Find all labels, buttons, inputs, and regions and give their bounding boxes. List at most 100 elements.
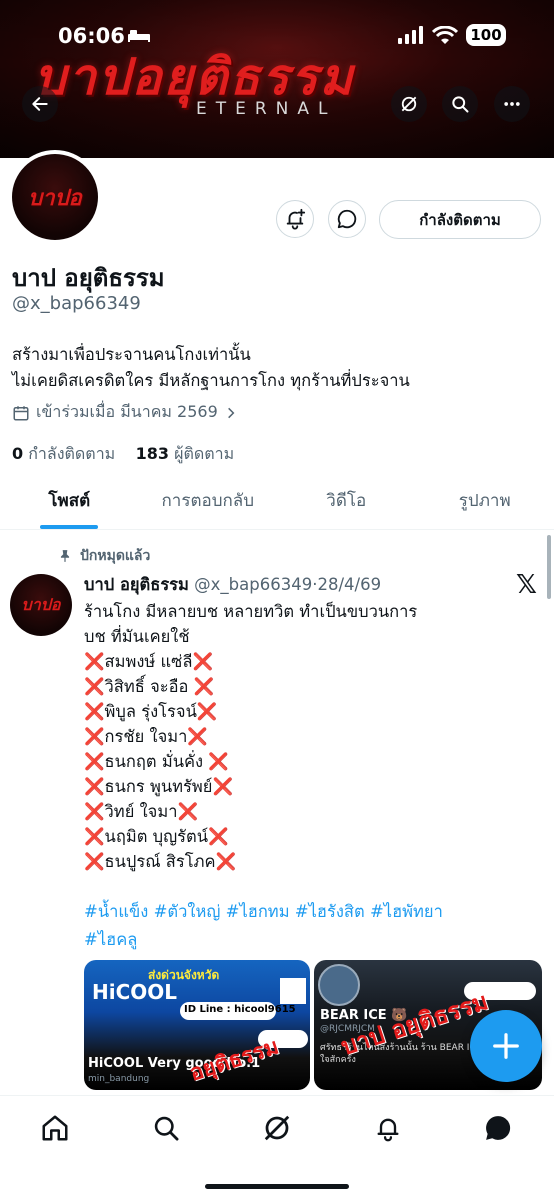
- tab-replies[interactable]: การตอบกลับ: [139, 474, 278, 529]
- follow-counts: 0 กำลังติดตาม 183 ผู้ติดตาม: [12, 442, 234, 467]
- home-indicator[interactable]: [205, 1184, 349, 1189]
- tab-posts[interactable]: โพสต์: [0, 474, 139, 529]
- media-brand: HiCOOL: [92, 980, 178, 1004]
- x-mark-icon: ❌: [192, 652, 214, 671]
- nav-home[interactable]: [35, 1108, 75, 1148]
- post-date[interactable]: 28/4/69: [317, 575, 381, 594]
- x-mark-icon: ❌: [84, 752, 105, 771]
- following-label: กำลังติดตาม: [28, 444, 116, 463]
- x-mark-icon: ❌: [84, 852, 105, 871]
- joined-date-link[interactable]: เข้าร่วมเมื่อ มีนาคม 2569: [12, 400, 238, 425]
- chat-bubble-icon: [337, 209, 357, 229]
- media-avatar: [318, 964, 360, 1006]
- post-handle: @x_bap66349: [194, 575, 313, 594]
- wifi-icon: [432, 26, 458, 44]
- notifications-icon: [377, 1118, 399, 1142]
- name-item: ❌สมพงษ์ แซ่ลี❌: [84, 652, 214, 671]
- nav-grok[interactable]: [257, 1108, 297, 1148]
- avatar-image: บาปอ: [12, 154, 98, 240]
- notify-button[interactable]: [276, 200, 314, 238]
- name-item: ❌ธนกฤต มั่นคั่ง ❌: [84, 752, 229, 771]
- name-item: ❌กรชัย ใจมา❌: [84, 727, 208, 746]
- bio-line: ไม่เคยดิสเครดิตใคร มีหลักฐานการโกง ทุกร้…: [12, 371, 410, 390]
- home-icon: [42, 1115, 68, 1141]
- nav-search[interactable]: [146, 1108, 186, 1148]
- following-link[interactable]: 0 กำลังติดตาม: [12, 444, 115, 463]
- calendar-icon: [13, 405, 29, 420]
- name-item: ❌ธนกร พูนทรัพย์❌: [84, 777, 233, 796]
- pinned-indicator: ปักหมุดแล้ว: [58, 545, 150, 567]
- name-item: ❌วิสิทธิ์ จะอือ ❌: [84, 677, 215, 696]
- profile-avatar[interactable]: บาปอ: [8, 150, 102, 244]
- banner-subtitle: ETERNAL: [196, 99, 337, 119]
- status-time: 06:06: [58, 24, 125, 48]
- battery-indicator: 100: [466, 24, 506, 46]
- following-button[interactable]: กำลังติดตาม: [379, 200, 541, 239]
- more-icon: [504, 102, 520, 106]
- media-watermark: อยุติธรรม: [186, 1034, 282, 1087]
- x-mark-icon: ❌: [84, 727, 105, 746]
- tab-photos[interactable]: รูปภาพ: [416, 474, 554, 529]
- x-mark-icon: ❌: [215, 852, 237, 871]
- avatar-text: บาปอ: [28, 185, 82, 211]
- scrollbar[interactable]: [547, 535, 551, 599]
- grok-icon: [401, 96, 417, 112]
- nav-messages[interactable]: [478, 1108, 518, 1148]
- tab-videos[interactable]: วิดีโอ: [277, 474, 416, 529]
- media-subtitle: min_bandung: [88, 1074, 150, 1084]
- more-button[interactable]: [494, 86, 530, 122]
- name-item: ❌วิทย์ ใจมา❌: [84, 802, 199, 821]
- name-item: ❌ธนปูรณ์ สิรโภค❌: [84, 852, 237, 871]
- search-icon: [154, 1116, 179, 1141]
- x-mark-icon: ❌: [208, 752, 229, 771]
- bottom-navigation: [0, 1095, 554, 1200]
- sleep-focus-icon: [128, 30, 150, 42]
- grok-button[interactable]: [391, 86, 427, 122]
- x-mark-icon: ❌: [177, 802, 199, 821]
- x-mark-icon: ❌: [193, 677, 215, 696]
- qr-code: [280, 978, 306, 1004]
- post-text: ร้านโกง มีหลายบช หลายทวิต ทำเป็นขบวนการ …: [84, 599, 494, 874]
- bio-line: สร้างมาเพื่อประจานคนโกงเท่านั้น: [12, 345, 251, 364]
- status-bar: 06:06 100: [0, 24, 554, 52]
- profile-bio: สร้างมาเพื่อประจานคนโกงเท่านั้น ไม่เคยดิ…: [12, 342, 410, 394]
- post-author[interactable]: บาป อยุติธรรม: [84, 575, 189, 594]
- media-line-id: ID Line : hicool9615: [184, 1004, 296, 1015]
- post-avatar[interactable]: บาปอ: [10, 574, 72, 636]
- search-icon: [452, 96, 469, 113]
- message-button[interactable]: [328, 200, 366, 238]
- joined-date: เข้าร่วมเมื่อ มีนาคม 2569: [36, 402, 218, 421]
- plus-icon: [493, 1033, 519, 1059]
- grok-icon: [264, 1115, 290, 1141]
- hashtag-line[interactable]: #ไฮคลู: [84, 926, 504, 954]
- post-avatar-text: บาปอ: [21, 594, 61, 614]
- post-media-image[interactable]: ส่งด่วนจังหวัด HiCOOL ID Line : hicool96…: [84, 960, 310, 1090]
- post-line: ร้านโกง มีหลายบช หลายทวิต ทำเป็นขบวนการ: [84, 602, 418, 621]
- followers-label: ผู้ติดตาม: [174, 444, 235, 463]
- search-button[interactable]: [442, 86, 478, 122]
- back-button[interactable]: [22, 86, 58, 122]
- x-mark-icon: ❌: [84, 777, 105, 796]
- pinned-label: ปักหมุดแล้ว: [80, 548, 151, 564]
- x-mark-icon: ❌: [196, 702, 218, 721]
- compose-post-button[interactable]: [470, 1010, 542, 1082]
- profile-name: บาป อยุติธรรม: [12, 264, 165, 292]
- pin-icon: [60, 550, 70, 562]
- x-mark-icon: ❌: [187, 727, 208, 746]
- x-mark-icon: ❌: [84, 652, 105, 671]
- x-mark-icon: ❌: [84, 677, 105, 696]
- followers-count: 183: [135, 444, 169, 463]
- post-line: บช ที่มันเคยใช้: [84, 627, 190, 646]
- post-header: บาป อยุติธรรม @x_bap66349·28/4/69: [84, 572, 381, 598]
- bell-plus-icon: [286, 208, 306, 230]
- chevron-right-icon: [227, 407, 235, 418]
- post-hashtags: #น้ำแข็ง #ตัวใหญ่ #ไฮกทม #ไฮรังสิต #ไฮพั…: [84, 898, 504, 954]
- x-mark-icon: ❌: [212, 777, 233, 796]
- nav-notifications[interactable]: [368, 1108, 408, 1148]
- followers-link[interactable]: 183 ผู้ติดตาม: [136, 444, 235, 463]
- hashtag-line[interactable]: #น้ำแข็ง #ตัวใหญ่ #ไฮกทม #ไฮรังสิต #ไฮพั…: [84, 898, 504, 926]
- following-count: 0: [12, 444, 24, 463]
- name-item: ❌พิบูล รุ่งโรจน์❌: [84, 702, 218, 721]
- x-mark-icon: ❌: [84, 802, 105, 821]
- x-mark-icon: ❌: [84, 702, 105, 721]
